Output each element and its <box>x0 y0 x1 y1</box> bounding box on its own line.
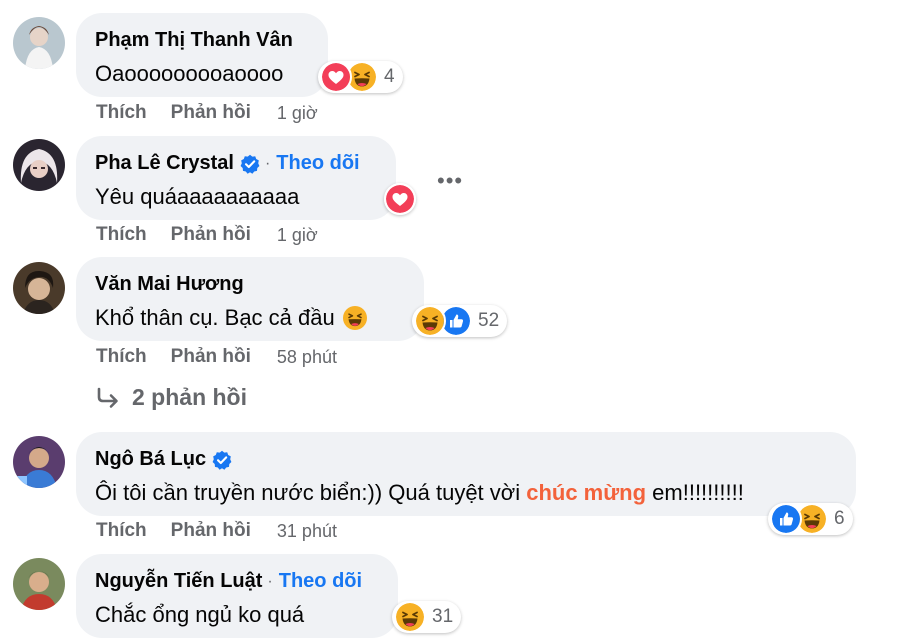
comment-actions: Thích Phản hồi 1 giờ <box>96 224 318 246</box>
comment-text: Khổ thân cụ. Bạc cả đầu <box>95 305 335 330</box>
comment-text: Yêu quáaaaaaaaaaa <box>95 184 300 209</box>
comment-text-part: Ôi tôi cần truyền nước biển:)) Quá tuyệt… <box>95 480 527 505</box>
commenter-name-row: Pha Lê Crystal · Theo dõi <box>95 152 360 175</box>
comment-time[interactable]: 1 giờ <box>277 225 318 246</box>
reply-link[interactable]: Phản hồi <box>171 520 251 542</box>
reaction-summary[interactable]: 4 <box>318 61 403 93</box>
follow-button[interactable]: Theo dõi <box>279 570 362 593</box>
like-icon <box>770 503 802 535</box>
reaction-summary[interactable]: 6 <box>768 503 853 535</box>
commenter-name[interactable]: Pha Lê Crystal <box>95 152 234 175</box>
comment-time[interactable]: 1 giờ <box>277 103 318 124</box>
comment-bubble: Pha Lê Crystal · Theo dõi Yêu quáaaaaaaa… <box>76 136 396 220</box>
follow-button[interactable]: Theo dõi <box>276 152 359 175</box>
comment-text-part: em!!!!!!!!!! <box>646 480 744 505</box>
commenter-name[interactable]: Văn Mai Hương <box>95 273 244 296</box>
commenter-name[interactable]: Nguyễn Tiến Luật <box>95 570 262 593</box>
comment-text: Oaooooooooaoooo <box>95 61 284 86</box>
haha-icon <box>414 305 446 337</box>
comment-bubble: Văn Mai Hương Khổ thân cụ. Bạc cả đầu <box>76 257 424 341</box>
haha-icon <box>394 601 426 633</box>
comment-text: Chắc ổng ngủ ko quá <box>95 602 305 627</box>
reaction-summary[interactable]: 31 <box>392 601 462 633</box>
reply-link[interactable]: Phản hồi <box>171 346 251 368</box>
reply-link[interactable]: Phản hồi <box>171 102 251 124</box>
reaction-count: 6 <box>834 508 845 529</box>
replies-count-label: 2 phản hồi <box>132 384 247 410</box>
separator-dot: · <box>264 154 271 172</box>
comment-text-row: Khổ thân cụ. Bạc cả đầu <box>95 305 367 331</box>
reply-arrow-icon <box>97 387 118 408</box>
comment-time[interactable]: 58 phút <box>277 347 337 368</box>
like-link[interactable]: Thích <box>96 102 147 124</box>
love-icon <box>320 61 352 93</box>
reaction-count: 4 <box>384 66 395 87</box>
commenter-name[interactable]: Ngô Bá Lục <box>95 448 206 471</box>
comment-actions: Thích Phản hồi 58 phút <box>96 346 337 368</box>
avatar[interactable] <box>13 558 65 610</box>
more-options-icon[interactable]: ••• <box>437 168 463 194</box>
reply-link[interactable]: Phản hồi <box>171 224 251 246</box>
commenter-name[interactable]: Phạm Thị Thanh Vân <box>95 29 293 52</box>
comment-text: Ôi tôi cần truyền nước biển:)) Quá tuyệt… <box>95 480 744 506</box>
comment-bubble: Ngô Bá Lục Ôi tôi cần truyền nước biển:)… <box>76 432 856 516</box>
comment-time[interactable]: 31 phút <box>277 521 337 542</box>
avatar[interactable] <box>13 17 65 69</box>
reaction-summary[interactable] <box>384 183 416 215</box>
laughing-emoji-icon <box>343 306 367 330</box>
reaction-count: 52 <box>478 310 500 331</box>
reaction-summary[interactable]: 52 <box>412 305 508 337</box>
avatar[interactable] <box>13 262 65 314</box>
comment-bubble: Nguyễn Tiến Luật · Theo dõi Chắc ổng ngủ… <box>76 554 398 638</box>
highlighted-text[interactable]: chúc mừng <box>526 480 646 505</box>
reaction-count: 31 <box>432 606 454 627</box>
like-link[interactable]: Thích <box>96 520 147 542</box>
comment-bubble: Phạm Thị Thanh Vân Oaooooooooaoooo <box>76 13 328 97</box>
love-icon <box>384 183 416 215</box>
avatar[interactable] <box>13 436 65 488</box>
commenter-name-row: Nguyễn Tiến Luật · Theo dõi <box>95 570 362 593</box>
commenter-name-row: Ngô Bá Lục <box>95 448 232 471</box>
verified-badge-icon <box>212 450 232 470</box>
verified-badge-icon <box>240 154 260 174</box>
comment-actions: Thích Phản hồi 31 phút <box>96 520 337 542</box>
separator-dot: · <box>267 572 273 590</box>
comment-actions: Thích Phản hồi 1 giờ <box>96 102 318 124</box>
view-replies-link[interactable]: 2 phản hồi <box>96 384 247 411</box>
like-link[interactable]: Thích <box>96 346 147 368</box>
like-link[interactable]: Thích <box>96 224 147 246</box>
avatar[interactable] <box>13 139 65 191</box>
